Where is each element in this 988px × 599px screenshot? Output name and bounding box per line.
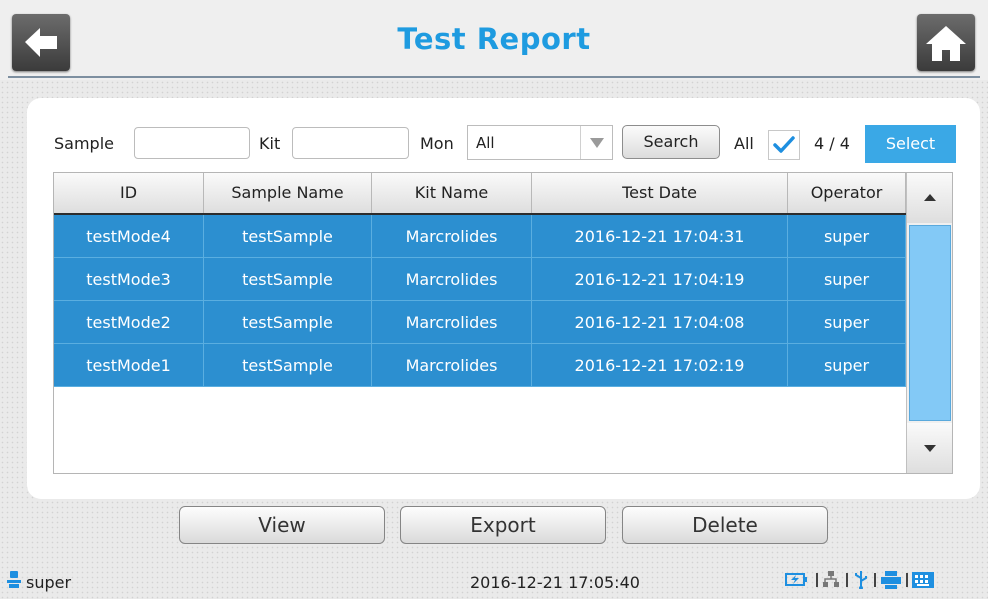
cell-kit-name: Marcrolides (372, 301, 532, 344)
select-all-checkbox[interactable] (768, 130, 800, 160)
usb-icon (855, 571, 867, 589)
tray-separator (816, 573, 818, 587)
column-header-operator[interactable]: Operator (788, 173, 906, 213)
cell-sample-name: testSample (204, 301, 372, 344)
cell-sample-name: testSample (204, 344, 372, 387)
check-icon (773, 136, 795, 153)
status-username: super (26, 573, 72, 592)
mon-select-value: All (476, 134, 495, 152)
kit-label: Kit (259, 134, 281, 153)
dropdown-arrow-icon[interactable] (580, 126, 614, 159)
cell-operator: super (788, 344, 906, 387)
cell-test-date: 2016-12-21 17:04:08 (532, 301, 788, 344)
cell-test-date: 2016-12-21 17:04:31 (532, 215, 788, 258)
network-icon (823, 571, 839, 587)
table-row[interactable]: testMode3 testSample Marcrolides 2016-12… (54, 258, 906, 301)
mon-select[interactable]: All (467, 125, 613, 160)
column-header-id[interactable]: ID (54, 173, 204, 213)
search-button[interactable]: Search (622, 125, 720, 159)
user-icon (7, 571, 21, 588)
column-header-sample-name[interactable]: Sample Name (204, 173, 372, 213)
table-row[interactable]: testMode2 testSample Marcrolides 2016-12… (54, 301, 906, 344)
table-row[interactable]: testMode4 testSample Marcrolides 2016-12… (54, 215, 906, 258)
sample-label: Sample (54, 134, 114, 153)
record-count: 4 / 4 (814, 134, 850, 153)
home-icon (926, 26, 966, 61)
column-header-kit-name[interactable]: Kit Name (372, 173, 532, 213)
tray-separator (846, 573, 848, 587)
cell-operator: super (788, 301, 906, 344)
battery-charging-icon (785, 573, 807, 586)
scroll-down-arrow-icon[interactable] (907, 423, 952, 473)
table-row[interactable]: testMode1 testSample Marcrolides 2016-12… (54, 344, 906, 387)
cell-test-date: 2016-12-21 17:04:19 (532, 258, 788, 301)
report-table: ID Sample Name Kit Name Test Date Operat… (53, 172, 953, 474)
cell-test-date: 2016-12-21 17:02:19 (532, 344, 788, 387)
status-datetime: 2016-12-21 17:05:40 (470, 573, 640, 592)
scrollbar-thumb[interactable] (909, 225, 951, 421)
column-header-test-date[interactable]: Test Date (532, 173, 788, 213)
delete-button[interactable]: Delete (622, 506, 828, 544)
system-tray (785, 571, 934, 589)
table-header: ID Sample Name Kit Name Test Date Operat… (54, 173, 906, 215)
tray-separator (906, 573, 908, 587)
cell-id: testMode2 (54, 301, 204, 344)
kit-input[interactable] (292, 127, 409, 159)
table-scrollbar[interactable] (906, 173, 952, 473)
tray-separator (874, 573, 876, 587)
home-button[interactable] (917, 14, 975, 71)
cell-operator: super (788, 258, 906, 301)
cell-sample-name: testSample (204, 258, 372, 301)
select-button[interactable]: Select (865, 125, 956, 163)
cell-id: testMode1 (54, 344, 204, 387)
sample-input[interactable] (134, 127, 250, 159)
cell-operator: super (788, 215, 906, 258)
mon-label: Mon (420, 134, 454, 153)
page-title: Test Report (397, 22, 591, 56)
all-label: All (734, 134, 754, 153)
cell-sample-name: testSample (204, 215, 372, 258)
header-bar: Test Report (0, 0, 988, 80)
cell-id: testMode4 (54, 215, 204, 258)
scroll-up-arrow-icon[interactable] (907, 173, 952, 223)
cell-id: testMode3 (54, 258, 204, 301)
keyboard-icon (912, 572, 934, 588)
cell-kit-name: Marcrolides (372, 258, 532, 301)
view-button[interactable]: View (179, 506, 385, 544)
cell-kit-name: Marcrolides (372, 344, 532, 387)
header-divider (8, 76, 980, 78)
printer-icon (881, 571, 901, 589)
export-button[interactable]: Export (400, 506, 606, 544)
cell-kit-name: Marcrolides (372, 215, 532, 258)
